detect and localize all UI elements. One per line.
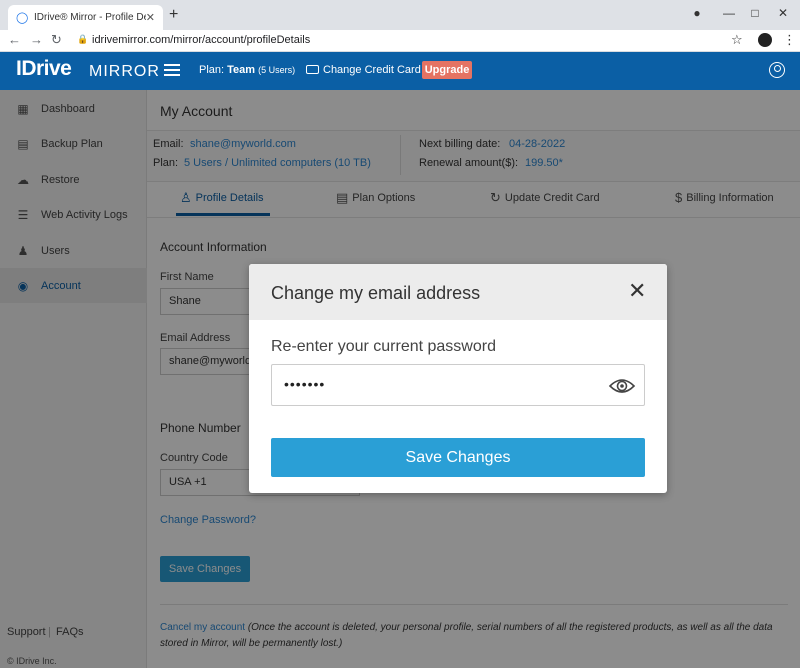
- forward-icon[interactable]: →: [30, 32, 43, 48]
- hamburger-menu-icon[interactable]: [164, 64, 180, 76]
- lock-icon: 🔒: [77, 34, 89, 44]
- plan-info: Plan: Team (5 Users): [199, 64, 295, 76]
- minimize-icon[interactable]: —: [716, 3, 742, 23]
- back-icon[interactable]: ←: [8, 32, 21, 48]
- reload-icon[interactable]: ↻: [51, 32, 62, 48]
- password-value: •••••••: [284, 376, 326, 392]
- browser-tab-title: IDrive® Mirror - Profile Details: [34, 12, 146, 23]
- browser-tab[interactable]: ◯ IDrive® Mirror - Profile Details ✕: [8, 5, 163, 30]
- plan-prefix: Plan:: [199, 64, 225, 76]
- upgrade-button[interactable]: Upgrade: [422, 61, 472, 79]
- close-icon[interactable]: ✕: [628, 280, 646, 302]
- credit-card-icon[interactable]: [306, 65, 319, 74]
- password-input[interactable]: •••••••: [271, 364, 645, 406]
- change-email-modal: Change my email address ✕ Re-enter your …: [249, 264, 667, 493]
- user-account-icon[interactable]: [769, 62, 785, 78]
- plan-users: (5 Users): [258, 65, 296, 75]
- close-tab-icon[interactable]: ✕: [146, 11, 155, 24]
- idrive-logo[interactable]: IDrive: [16, 57, 72, 81]
- browser-menu-icon[interactable]: ⋮: [783, 32, 796, 48]
- change-credit-card-link[interactable]: Change Credit Card: [323, 64, 421, 76]
- maximize-icon[interactable]: □: [742, 3, 768, 23]
- bookmark-star-icon[interactable]: ☆: [731, 32, 743, 48]
- modal-save-changes-button[interactable]: Save Changes: [271, 438, 645, 477]
- password-label: Re-enter your current password: [271, 338, 496, 355]
- new-tab-icon[interactable]: +: [169, 7, 178, 23]
- close-window-icon[interactable]: ✕: [770, 3, 796, 23]
- idrive-favicon-icon: ◯: [16, 11, 29, 24]
- profile-avatar-icon[interactable]: [758, 33, 772, 47]
- address-bar[interactable]: idrivemirror.com/mirror/account/profileD…: [92, 34, 310, 46]
- show-password-eye-icon[interactable]: [608, 377, 636, 395]
- modal-title: Change my email address: [271, 283, 481, 303]
- plan-name: Team: [227, 64, 256, 76]
- record-icon[interactable]: ●: [684, 3, 710, 23]
- mirror-logo-text: MIRROR: [89, 63, 160, 80]
